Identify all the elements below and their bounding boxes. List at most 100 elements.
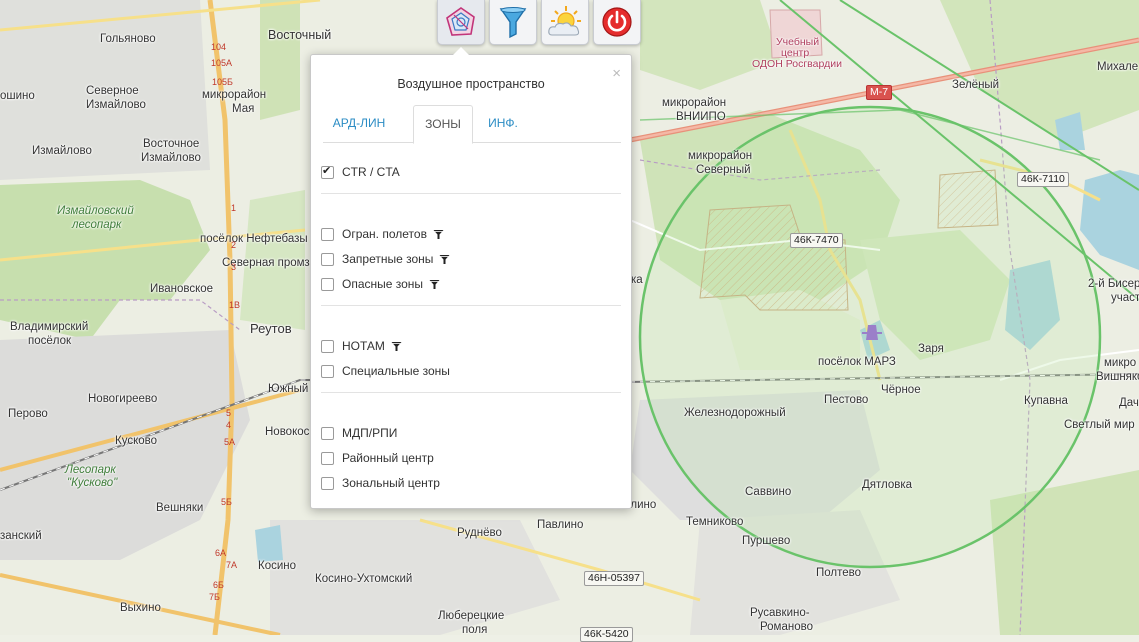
km-marker: 1 [231,203,237,213]
zone-option-label: Зональный центр [342,476,440,490]
road-shield: 46Н-05397 [584,571,644,586]
filter-icon[interactable] [433,229,444,240]
zone-option[interactable]: Специальные зоны [321,362,450,380]
zone-checkbox[interactable] [321,339,334,353]
panel-pointer [453,47,469,55]
map-label: Северный [696,164,751,176]
power-tool-button[interactable] [593,0,641,45]
zone-option[interactable]: МДП/РПИ [321,424,397,442]
close-icon[interactable]: × [612,66,621,81]
map-label: Дятловка [862,479,913,491]
zone-option[interactable]: НОТАМ [321,337,402,355]
map-label: Владимирский [10,321,89,333]
map-label: Перово [8,408,48,420]
tab-ard-lin[interactable]: АРД-ЛИН [323,105,395,141]
map-label: микрорайон [688,150,753,162]
map-label: Новогиреево [88,393,158,405]
zone-checkbox[interactable] [321,277,334,291]
map-label: Кусково [115,435,158,447]
map-label: ка [631,274,643,286]
filter-icon[interactable] [391,341,402,352]
zone-option-label: Опасные зоны [342,277,424,291]
map-label: Полтево [816,567,862,579]
zone-option[interactable]: CTR / CTA [321,163,400,181]
map-label: Косино [258,560,297,572]
map-label: Зелёный [952,79,1000,91]
weather-tool-button[interactable] [541,0,589,45]
filter-icon[interactable] [429,279,440,290]
tab-zones[interactable]: ЗОНЫ [413,105,473,144]
map-label: Мая [232,103,255,115]
zone-checkbox[interactable] [321,364,334,378]
map-label: участ [1111,292,1139,304]
map-label: лесопарк [72,219,122,231]
map-label: Восточный [268,28,332,42]
map-label: Руднёво [457,527,502,539]
km-marker: 5А [224,437,236,447]
map-label: посёлок МАРЗ [818,356,896,368]
panel-tabs: АРД-ЛИН ЗОНЫ ИНФ. [323,105,621,144]
zone-option[interactable]: Запретные зоны [321,250,450,268]
power-icon [602,7,632,37]
zone-checkbox[interactable] [321,164,334,179]
map-label: микрорайон [662,97,727,109]
map-label: Железнодорожный [684,407,786,419]
map-label: Чёрное [881,384,921,396]
zone-checkbox[interactable] [321,426,334,440]
zone-option-label: НОТАМ [342,339,385,353]
km-marker: 2 [231,240,237,250]
map-label: микрорайон [202,89,267,101]
map-label: Темниково [686,516,744,528]
map-label: 2-й Бисеро [1088,278,1139,290]
zone-option-label: МДП/РПИ [342,426,398,440]
map-label: Южный [268,383,309,395]
map-label: Вишняко [1096,371,1139,383]
map-label: поля [462,624,488,636]
map-label: Измайлово [32,145,92,157]
map-label: Вешняки [156,502,204,514]
zone-checkbox[interactable] [321,451,334,465]
zone-option[interactable]: Огран. полетов [321,225,444,243]
map-label: Восточное [143,138,200,150]
map-label: Заря [918,343,944,355]
km-marker: 5 [226,408,232,418]
map-label: Романово [760,621,813,633]
group-divider [321,305,621,306]
zone-option[interactable]: Районный центр [321,449,434,467]
map-label: Люберецкие [438,610,505,622]
airspace-radar-icon [446,7,475,36]
map-label: Выхино [120,602,161,614]
map-label: Новокос [265,426,310,438]
zone-option-label: Районный центр [342,451,434,465]
map-label: "Кусково" [67,477,118,489]
map-label: Дач [1119,397,1139,409]
map-label: Павлино [537,519,584,531]
zone-option-label: Запретные зоны [342,252,434,266]
map-label: занский [0,530,42,542]
map-label: Реутов [250,321,292,336]
zone-checkbox[interactable] [321,476,334,490]
zone-option[interactable]: Опасные зоны [321,275,440,293]
km-marker: 7А [226,560,238,570]
sun-cloud-icon [548,6,581,36]
map-label: Ивановское [150,283,214,295]
zone-option[interactable]: Зональный центр [321,474,440,492]
km-marker: 4 [226,420,232,430]
zone-checkbox[interactable] [321,252,334,266]
filter-tool-button[interactable] [489,0,537,45]
map-label: микро [1104,357,1137,369]
filter-icon[interactable] [439,254,450,265]
km-marker: 6А [215,548,227,558]
road-shield: М-7 [866,85,893,100]
km-marker: 6Б [213,580,224,590]
airspace-tool-button[interactable] [437,0,485,45]
zone-option-label: CTR / CTA [342,165,400,179]
km-marker: 7Б [209,592,220,602]
tab-info[interactable]: ИНФ. [479,105,527,141]
map-label: Лесопарк [65,464,116,476]
km-marker: 105Б [212,77,233,87]
zone-option-label: Огран. полетов [342,227,427,241]
map-label: Северное [86,85,139,97]
map-label: Русавкино- [750,607,810,619]
zone-checkbox[interactable] [321,227,334,241]
